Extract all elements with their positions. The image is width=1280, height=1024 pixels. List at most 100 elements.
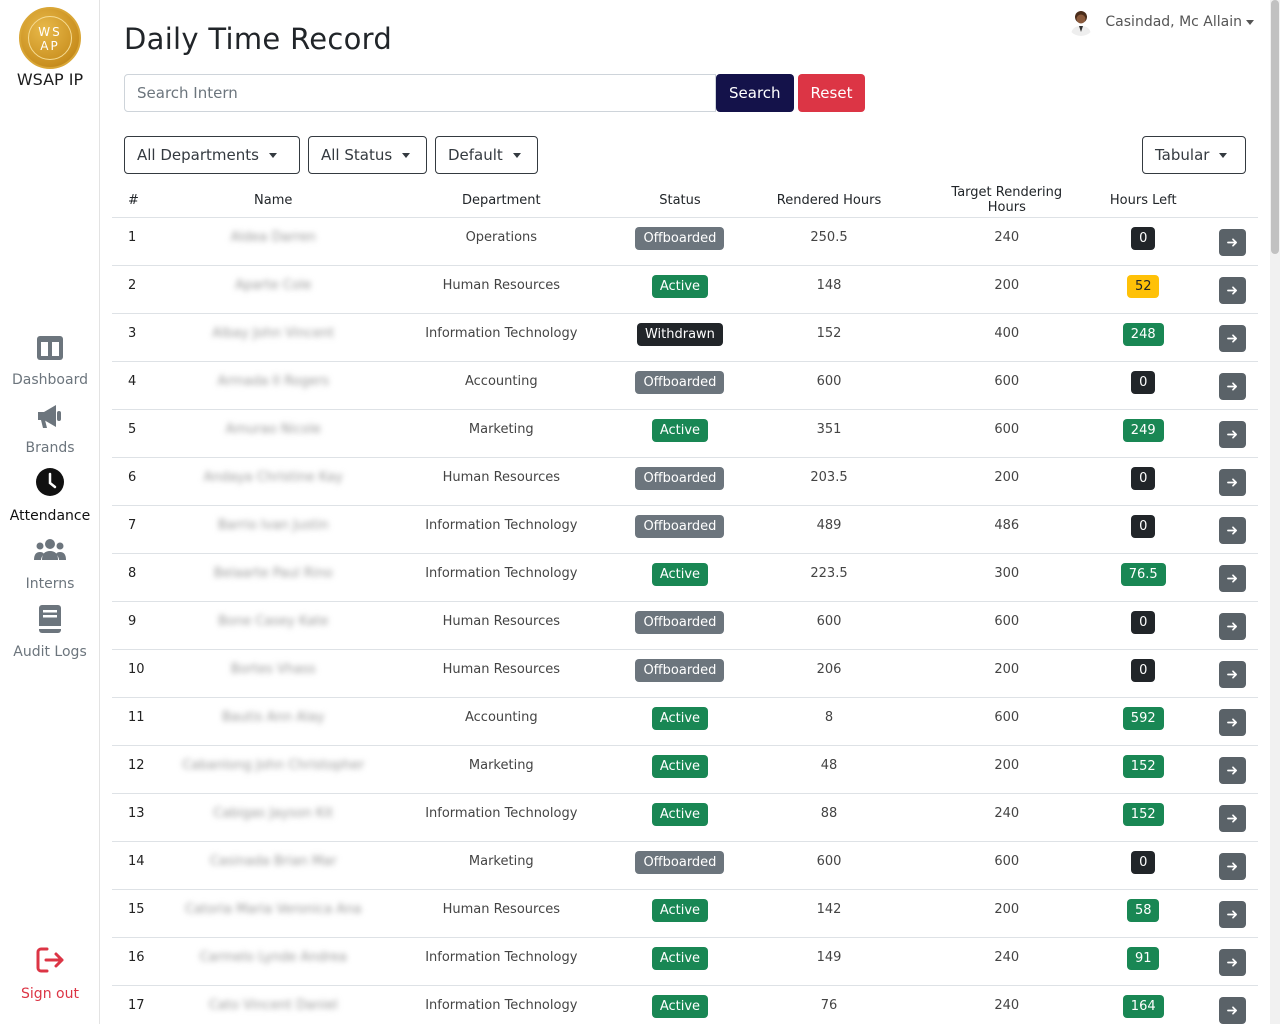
arrow-right-icon	[1226, 381, 1237, 391]
hours-left-badge: 0	[1131, 226, 1156, 250]
status-badge: Offboarded	[635, 370, 725, 394]
view-record-button[interactable]	[1218, 948, 1246, 976]
intern-name: Carmelo Lynde Andrea	[179, 937, 368, 986]
arrow-right-icon	[1226, 525, 1237, 535]
hours-left-cell: 76.5	[1080, 553, 1207, 602]
view-record-button[interactable]	[1218, 852, 1246, 880]
table-row: 4 Armada II Rogers Accounting Offboarded 600…	[112, 361, 1258, 410]
arrow-right-icon	[1226, 573, 1237, 583]
intern-name-text: Aldea Darren	[230, 229, 316, 245]
status-badge: Active	[651, 754, 709, 778]
intern-name: Albay John Vincent	[179, 313, 368, 362]
view-record-button[interactable]	[1218, 804, 1246, 832]
target-hours-cell: 240	[933, 217, 1081, 266]
view-record-button[interactable]	[1218, 564, 1246, 592]
rendered-hours-cell: 600	[724, 361, 934, 410]
view-record-button[interactable]	[1218, 516, 1246, 544]
hours-left-cell: 164	[1080, 985, 1207, 1024]
view-record-button[interactable]	[1218, 756, 1246, 784]
sidebar-item-audit-logs[interactable]: Audit Logs	[0, 604, 100, 660]
megaphone-icon	[38, 405, 61, 428]
action-cell	[1206, 889, 1258, 938]
table-row: 8 Belaarte Paul Rino Information Technolog…	[112, 553, 1258, 602]
search-input[interactable]	[124, 74, 716, 112]
intern-name: Cabigas Jayson Kit	[179, 793, 368, 842]
dtr-table: # Name Department Status Rendered Hours …	[112, 184, 1258, 1024]
table-row: 2 Aparte Cole Human Resources Active 148 200 5…	[112, 265, 1258, 314]
sort-dropdown[interactable]: Default	[435, 136, 538, 174]
sidebar-item-brands[interactable]: Brands	[0, 400, 100, 456]
table-header-row: # Name Department Status Rendered Hours …	[112, 184, 1258, 218]
rendered-hours-cell: 223.5	[724, 553, 934, 602]
user-menu[interactable]: Casindad, Mc Allain	[1067, 8, 1254, 36]
department-cell: Operations	[367, 217, 636, 266]
sign-out-button[interactable]: Sign out	[0, 944, 100, 1002]
intern-name-text: Carmelo Lynde Andrea	[199, 949, 347, 965]
rendered-hours-cell: 152	[724, 313, 934, 362]
column-header-status: Status	[635, 184, 725, 218]
status-cell: Offboarded	[635, 649, 725, 698]
search-button[interactable]: Search	[716, 74, 794, 112]
hours-left-badge: 58	[1126, 898, 1160, 922]
sidebar-item-interns[interactable]: Interns	[0, 536, 100, 592]
department-filter-dropdown[interactable]: All Departments	[124, 136, 300, 174]
view-record-button[interactable]	[1218, 996, 1246, 1024]
status-badge: Offboarded	[635, 226, 725, 250]
intern-name-text: Bautis Ann Alay	[222, 709, 325, 725]
view-record-button[interactable]	[1218, 900, 1246, 928]
target-hours-cell: 600	[933, 361, 1081, 410]
status-cell: Offboarded	[635, 361, 725, 410]
hours-left-cell: 58	[1080, 889, 1207, 938]
table-row: 14 Casinada Brian Mar Marketing Offboarded 6…	[112, 841, 1258, 890]
view-record-button[interactable]	[1218, 468, 1246, 496]
reset-button[interactable]: Reset	[797, 74, 866, 112]
arrow-right-icon	[1226, 861, 1237, 871]
action-cell	[1206, 313, 1258, 362]
clock-icon	[36, 468, 64, 496]
department-cell: Human Resources	[367, 265, 636, 314]
intern-name-text: Barrio Ivan Justin	[217, 517, 329, 533]
view-record-button[interactable]	[1218, 372, 1246, 400]
view-record-button[interactable]	[1218, 708, 1246, 736]
scrollbar-thumb[interactable]	[1271, 0, 1279, 254]
status-filter-dropdown[interactable]: All Status	[308, 136, 427, 174]
table-row: 13 Cabigas Jayson Kit Information Technolo…	[112, 793, 1258, 842]
status-cell: Active	[635, 697, 725, 746]
view-record-button[interactable]	[1218, 420, 1246, 448]
view-mode-dropdown[interactable]: Tabular	[1142, 136, 1246, 174]
hours-left-cell: 0	[1080, 649, 1207, 698]
department-cell: Information Technology	[367, 937, 636, 986]
action-cell	[1206, 217, 1258, 266]
hours-left-cell: 0	[1080, 217, 1207, 266]
chevron-down-icon	[1219, 152, 1228, 158]
logo[interactable]: WS AP	[19, 7, 81, 69]
view-record-button[interactable]	[1218, 660, 1246, 688]
view-record-button[interactable]	[1218, 228, 1246, 256]
rendered-hours-cell: 149	[724, 937, 934, 986]
scrollbar[interactable]	[1270, 0, 1280, 1024]
hours-left-cell: 152	[1080, 745, 1207, 794]
view-record-button[interactable]	[1218, 612, 1246, 640]
sidebar-item-attendance[interactable]: Attendance	[0, 468, 100, 524]
sidebar-item-dashboard[interactable]: Dashboard	[0, 332, 100, 388]
view-record-button[interactable]	[1218, 324, 1246, 352]
arrow-right-icon	[1226, 957, 1237, 967]
table-row: 6 Andaya Christine Kay Human Resources Offb…	[112, 457, 1258, 506]
user-name: Casindad, Mc Allain	[1105, 14, 1254, 30]
target-hours-cell: 200	[933, 265, 1081, 314]
department-cell: Information Technology	[367, 313, 636, 362]
hours-left-badge: 0	[1131, 610, 1156, 634]
rendered-hours-cell: 88	[724, 793, 934, 842]
chevron-down-icon	[402, 152, 411, 158]
row-number: 10	[112, 649, 180, 698]
target-hours-cell: 240	[933, 985, 1081, 1024]
hours-left-cell: 0	[1080, 841, 1207, 890]
action-cell	[1206, 697, 1258, 746]
table-row: 15 Catoria Maria Veronica Ana Human Resour…	[112, 889, 1258, 938]
status-badge: Active	[651, 418, 709, 442]
hours-left-cell: 248	[1080, 313, 1207, 362]
department-cell: Accounting	[367, 361, 636, 410]
view-record-button[interactable]	[1218, 276, 1246, 304]
hours-left-cell: 592	[1080, 697, 1207, 746]
rendered-hours-cell: 351	[724, 409, 934, 458]
